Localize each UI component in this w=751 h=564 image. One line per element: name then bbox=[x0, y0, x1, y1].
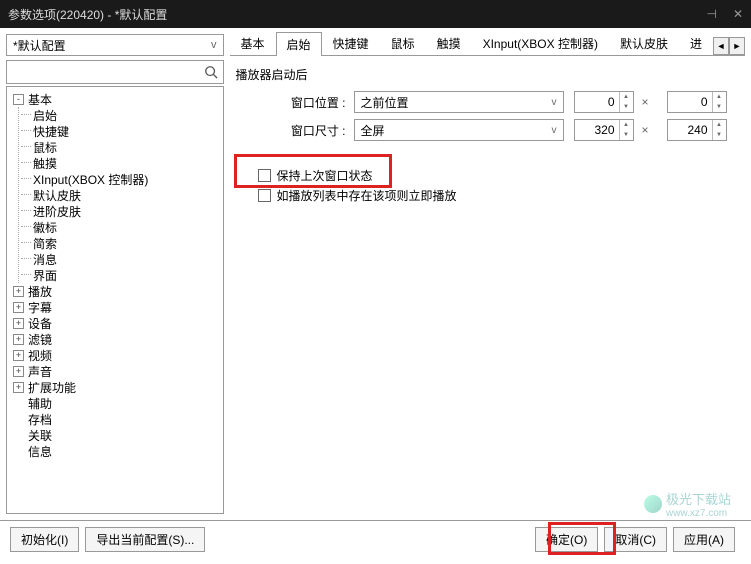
size-w-spinner[interactable]: 320 ▲▼ bbox=[574, 119, 634, 141]
apply-button[interactable]: 应用(A) bbox=[673, 527, 735, 552]
keep-last-window-state-checkbox[interactable]: 保持上次窗口状态 bbox=[236, 165, 739, 185]
config-selector-value: *默认配置 bbox=[13, 37, 211, 54]
settings-tree: - 基本 启始 快捷键 鼠标 触摸 XInput(XBOX 控制器) 默认皮肤 … bbox=[6, 86, 224, 514]
tab-hotkey[interactable]: 快捷键 bbox=[322, 31, 380, 55]
tree-child[interactable]: 触摸 bbox=[19, 155, 221, 171]
checkbox-icon[interactable] bbox=[258, 169, 271, 182]
ok-button[interactable]: 确定(O) bbox=[535, 527, 598, 552]
initialize-button[interactable]: 初始化(I) bbox=[10, 527, 79, 552]
tree-toggle-icon[interactable]: + bbox=[13, 334, 24, 345]
play-if-exists-checkbox[interactable]: 如播放列表中存在该项则立即播放 bbox=[236, 185, 739, 205]
config-selector[interactable]: *默认配置 v bbox=[6, 34, 224, 56]
close-icon[interactable]: ✕ bbox=[733, 7, 743, 21]
tab-basic[interactable]: 基本 bbox=[230, 31, 276, 55]
pin-icon[interactable]: ⊣ bbox=[706, 7, 716, 21]
pos-y-spinner[interactable]: 0 ▲▼ bbox=[667, 91, 727, 113]
tree-toggle-icon[interactable]: + bbox=[13, 302, 24, 313]
spinner-up-icon[interactable]: ▲ bbox=[713, 92, 726, 102]
spinner-down-icon[interactable]: ▼ bbox=[713, 130, 726, 140]
tree-item[interactable]: +设备 bbox=[9, 315, 221, 331]
checkbox-icon[interactable] bbox=[258, 189, 271, 202]
search-box[interactable] bbox=[6, 60, 224, 84]
tree-toggle-icon[interactable]: + bbox=[13, 382, 24, 393]
multiply-icon: × bbox=[642, 123, 649, 137]
window-position-label: 窗口位置 : bbox=[276, 94, 346, 111]
chevron-down-icon: v bbox=[552, 97, 557, 108]
search-input[interactable] bbox=[11, 62, 203, 82]
spinner-up-icon[interactable]: ▲ bbox=[620, 120, 633, 130]
tree-toggle-icon[interactable]: - bbox=[13, 94, 24, 105]
tree-child[interactable]: 简索 bbox=[19, 235, 221, 251]
spinner-down-icon[interactable]: ▼ bbox=[620, 102, 633, 112]
tab-xinput[interactable]: XInput(XBOX 控制器) bbox=[472, 31, 609, 55]
tab-more[interactable]: 进 bbox=[679, 31, 713, 55]
tab-start[interactable]: 启始 bbox=[276, 32, 322, 56]
tree-item[interactable]: 辅助 bbox=[9, 395, 221, 411]
tab-mouse[interactable]: 鼠标 bbox=[380, 31, 426, 55]
tree-label: 基本 bbox=[28, 91, 52, 108]
tree-toggle-icon[interactable]: + bbox=[13, 350, 24, 361]
tree-item[interactable]: 存档 bbox=[9, 411, 221, 427]
group-label: 播放器启动后 bbox=[236, 66, 739, 83]
tree-child[interactable]: 徽标 bbox=[19, 219, 221, 235]
tree-item[interactable]: 信息 bbox=[9, 443, 221, 459]
size-h-spinner[interactable]: 240 ▲▼ bbox=[667, 119, 727, 141]
tab-scroll-right-icon[interactable]: ► bbox=[729, 37, 745, 55]
checkbox-label: 如播放列表中存在该项则立即播放 bbox=[277, 187, 457, 204]
export-config-button[interactable]: 导出当前配置(S)... bbox=[85, 527, 205, 552]
tree-child[interactable]: 消息 bbox=[19, 251, 221, 267]
tree-toggle-icon[interactable]: + bbox=[13, 366, 24, 377]
tree-toggle-icon[interactable]: + bbox=[13, 318, 24, 329]
tabs: 基本 启始 快捷键 鼠标 触摸 XInput(XBOX 控制器) 默认皮肤 进 … bbox=[230, 34, 745, 56]
tree-child[interactable]: 启始 bbox=[19, 107, 221, 123]
titlebar: 参数选项(220420) - *默认配置 ⊣ ✕ bbox=[0, 0, 751, 28]
tree-child[interactable]: 界面 bbox=[19, 267, 221, 283]
tab-skin[interactable]: 默认皮肤 bbox=[609, 31, 679, 55]
tree-item[interactable]: +字幕 bbox=[9, 299, 221, 315]
tab-touch[interactable]: 触摸 bbox=[426, 31, 472, 55]
footer: 初始化(I) 导出当前配置(S)... 确定(O) 取消(C) 应用(A) bbox=[0, 520, 751, 558]
tab-scroll-left-icon[interactable]: ◄ bbox=[713, 37, 729, 55]
pos-x-spinner[interactable]: 0 ▲▼ bbox=[574, 91, 634, 113]
chevron-down-icon: v bbox=[552, 125, 557, 136]
tree-item[interactable]: +播放 bbox=[9, 283, 221, 299]
tree-child[interactable]: 快捷键 bbox=[19, 123, 221, 139]
tree-child[interactable]: 鼠标 bbox=[19, 139, 221, 155]
tree-child[interactable]: XInput(XBOX 控制器) bbox=[19, 171, 221, 187]
tree-item[interactable]: +扩展功能 bbox=[9, 379, 221, 395]
tree-item[interactable]: +视频 bbox=[9, 347, 221, 363]
tree-toggle-icon[interactable]: + bbox=[13, 286, 24, 297]
chevron-down-icon: v bbox=[211, 39, 217, 51]
window-size-select[interactable]: 全屏 v bbox=[354, 119, 564, 141]
spinner-up-icon[interactable]: ▲ bbox=[620, 92, 633, 102]
content-panel: 播放器启动后 窗口位置 : 之前位置 v 0 ▲▼ × 0 ▲▼ bbox=[230, 56, 745, 514]
window-position-select[interactable]: 之前位置 v bbox=[354, 91, 564, 113]
spinner-up-icon[interactable]: ▲ bbox=[713, 120, 726, 130]
window-size-label: 窗口尺寸 : bbox=[276, 122, 346, 139]
checkbox-label: 保持上次窗口状态 bbox=[277, 167, 373, 184]
tree-item-basic[interactable]: - 基本 bbox=[9, 91, 221, 107]
cancel-button[interactable]: 取消(C) bbox=[604, 527, 667, 552]
search-icon[interactable] bbox=[203, 64, 219, 80]
spinner-down-icon[interactable]: ▼ bbox=[620, 130, 633, 140]
tree-item[interactable]: +声音 bbox=[9, 363, 221, 379]
tree-child[interactable]: 进阶皮肤 bbox=[19, 203, 221, 219]
spinner-down-icon[interactable]: ▼ bbox=[713, 102, 726, 112]
tree-child[interactable]: 默认皮肤 bbox=[19, 187, 221, 203]
window-title: 参数选项(220420) - *默认配置 bbox=[8, 6, 706, 23]
tree-item[interactable]: 关联 bbox=[9, 427, 221, 443]
multiply-icon: × bbox=[642, 95, 649, 109]
tree-item[interactable]: +滤镜 bbox=[9, 331, 221, 347]
